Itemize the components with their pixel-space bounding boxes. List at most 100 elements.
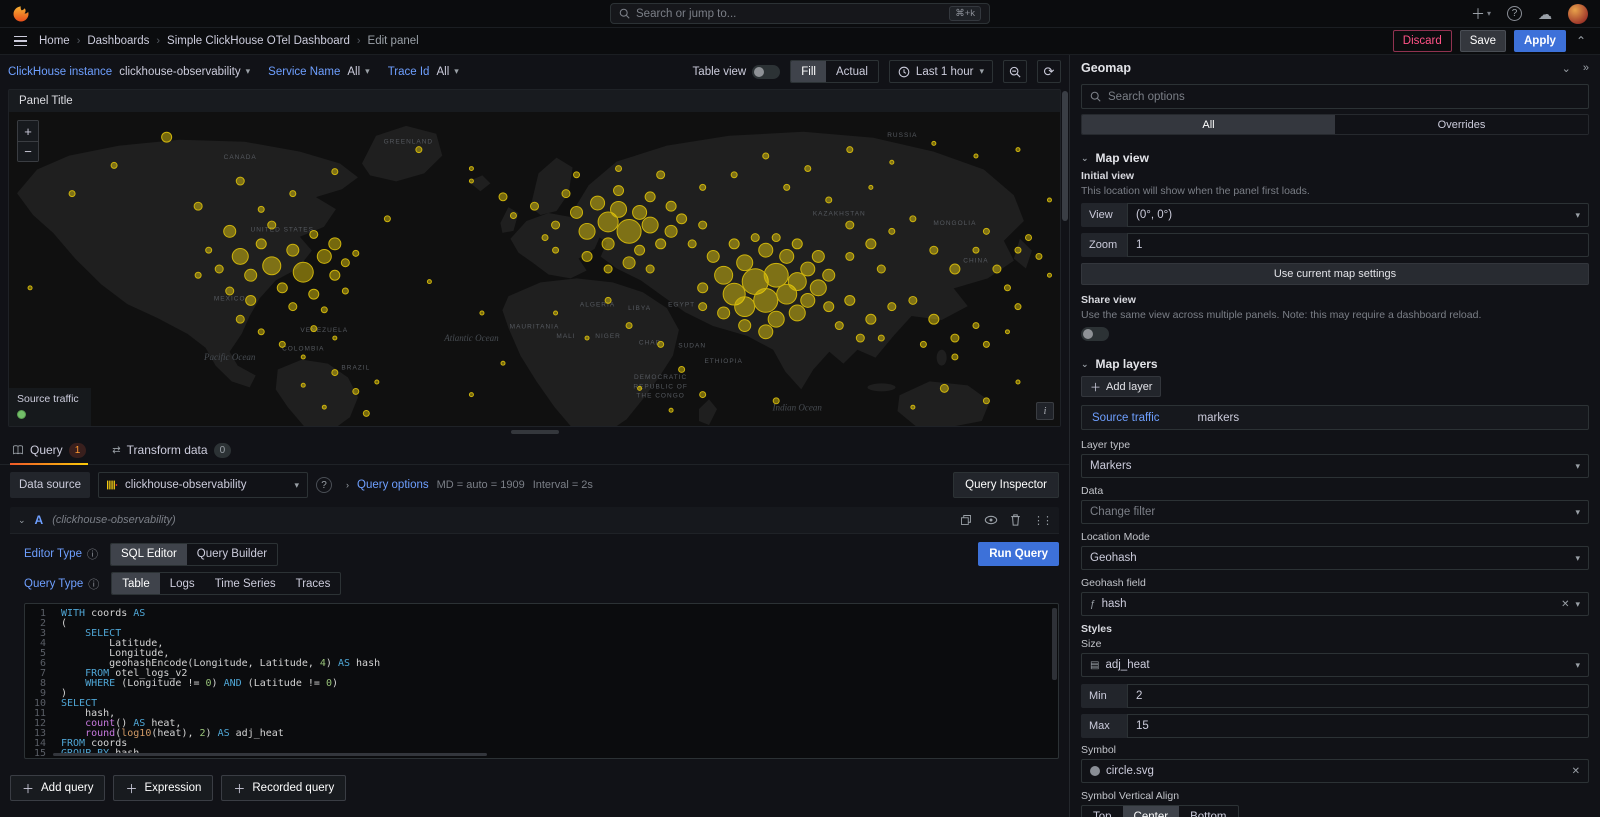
- map-marker[interactable]: [846, 221, 854, 229]
- map-marker[interactable]: [731, 172, 737, 178]
- map-marker[interactable]: [801, 293, 815, 307]
- map-marker[interactable]: [162, 132, 172, 142]
- map-marker[interactable]: [920, 341, 926, 347]
- variable-value-dropdown[interactable]: clickhouse-observability▾: [119, 66, 250, 78]
- v-align-bottom[interactable]: Bottom: [1179, 806, 1237, 817]
- map-marker[interactable]: [810, 280, 826, 296]
- add-recorded-query-button[interactable]: ＋ Recorded query: [221, 775, 346, 801]
- map-marker[interactable]: [788, 273, 806, 291]
- v-align-center[interactable]: Center: [1123, 806, 1180, 817]
- map-marker[interactable]: [707, 250, 719, 262]
- map-marker[interactable]: [930, 246, 938, 254]
- map-marker[interactable]: [1036, 253, 1042, 259]
- map-marker[interactable]: [277, 283, 287, 293]
- map-marker[interactable]: [236, 315, 244, 323]
- map-marker[interactable]: [206, 247, 212, 253]
- map-marker[interactable]: [735, 297, 755, 317]
- map-marker[interactable]: [784, 184, 790, 190]
- options-tab-all[interactable]: All: [1082, 115, 1335, 134]
- map-marker[interactable]: [877, 265, 885, 273]
- chevron-up-icon[interactable]: ⌃: [1574, 34, 1588, 48]
- map-marker[interactable]: [700, 184, 706, 190]
- datasource-picker[interactable]: clickhouse-observability ▾: [98, 472, 308, 498]
- breadcrumb-item[interactable]: Home: [39, 35, 70, 47]
- options-search-input[interactable]: Search options: [1081, 84, 1589, 109]
- size-mode-actual[interactable]: Actual: [826, 61, 878, 82]
- map-marker[interactable]: [530, 202, 538, 210]
- map-marker[interactable]: [940, 384, 948, 392]
- map-marker[interactable]: [633, 206, 647, 220]
- chevron-down-icon[interactable]: ⌄: [18, 515, 26, 526]
- map-marker[interactable]: [929, 314, 939, 324]
- map-marker[interactable]: [553, 247, 559, 253]
- apply-button[interactable]: Apply: [1514, 30, 1566, 52]
- map-marker[interactable]: [983, 228, 989, 234]
- size-field-select[interactable]: ▤ adj_heat ▾: [1081, 653, 1589, 677]
- map-marker[interactable]: [623, 257, 635, 269]
- map-marker[interactable]: [554, 311, 558, 315]
- map-marker[interactable]: [826, 197, 832, 203]
- map-marker[interactable]: [258, 206, 264, 212]
- map-marker[interactable]: [759, 325, 773, 339]
- run-query-button[interactable]: Run Query: [978, 542, 1059, 566]
- map-marker[interactable]: [993, 265, 1001, 273]
- map-marker[interactable]: [666, 201, 676, 211]
- map-marker[interactable]: [792, 239, 802, 249]
- map-marker[interactable]: [617, 219, 641, 243]
- map-marker[interactable]: [224, 225, 236, 237]
- map-marker[interactable]: [226, 287, 234, 295]
- map-marker[interactable]: [646, 265, 654, 273]
- map-marker[interactable]: [983, 398, 989, 404]
- grafana-cloud-icon[interactable]: ☁: [1538, 7, 1552, 21]
- map-marker[interactable]: [256, 239, 266, 249]
- map-marker[interactable]: [469, 167, 473, 171]
- map-marker[interactable]: [665, 225, 677, 237]
- map-marker[interactable]: [910, 216, 916, 222]
- map-marker[interactable]: [1015, 304, 1021, 310]
- map-marker[interactable]: [342, 288, 348, 294]
- map-marker[interactable]: [236, 177, 244, 185]
- map-marker[interactable]: [268, 221, 276, 229]
- map-marker[interactable]: [501, 361, 505, 365]
- variable-value-dropdown[interactable]: All▾: [347, 66, 369, 78]
- map-marker[interactable]: [638, 386, 642, 390]
- map-marker[interactable]: [245, 269, 257, 281]
- map-marker[interactable]: [737, 255, 753, 271]
- map-marker[interactable]: [890, 160, 894, 164]
- map-marker[interactable]: [1005, 330, 1009, 334]
- editor-type-sql[interactable]: SQL Editor: [111, 544, 187, 565]
- map-marker[interactable]: [751, 234, 759, 242]
- map-marker[interactable]: [309, 289, 319, 299]
- map-marker[interactable]: [715, 266, 733, 284]
- max-input[interactable]: 15: [1127, 714, 1589, 738]
- map-marker[interactable]: [983, 341, 989, 347]
- map-marker[interactable]: [469, 179, 473, 183]
- map-marker[interactable]: [688, 240, 696, 248]
- map-marker[interactable]: [1004, 285, 1010, 291]
- section-map-view[interactable]: ⌄ Map view: [1070, 143, 1600, 170]
- map-marker[interactable]: [679, 366, 685, 372]
- map-marker[interactable]: [973, 323, 979, 329]
- map-marker[interactable]: [317, 249, 331, 263]
- map-marker[interactable]: [614, 186, 624, 196]
- table-view-toggle[interactable]: [752, 65, 780, 79]
- variable-value-dropdown[interactable]: All▾: [436, 66, 458, 78]
- query-type-timeseries[interactable]: Time Series: [205, 573, 286, 594]
- map-marker[interactable]: [353, 388, 359, 394]
- grafana-logo-icon[interactable]: [12, 5, 30, 23]
- data-select[interactable]: Change filter ▾: [1081, 500, 1589, 524]
- map-marker[interactable]: [602, 238, 614, 250]
- map-marker[interactable]: [824, 302, 834, 312]
- editor-type-builder[interactable]: Query Builder: [187, 544, 277, 565]
- map-marker[interactable]: [604, 265, 612, 273]
- global-search-input[interactable]: Search or jump to... ⌘+k: [610, 3, 990, 24]
- collapse-pane-icon[interactable]: »: [1583, 62, 1589, 75]
- map-marker[interactable]: [469, 393, 473, 397]
- map-marker[interactable]: [1026, 235, 1032, 241]
- time-range-picker[interactable]: Last 1 hour ▾: [889, 60, 993, 83]
- use-current-map-settings-button[interactable]: Use current map settings: [1081, 263, 1589, 285]
- map-marker[interactable]: [246, 295, 256, 305]
- chevron-down-icon[interactable]: ⌄: [1562, 62, 1571, 75]
- sql-editor[interactable]: 123456789101112131415 WITH coords AS( SE…: [24, 603, 1059, 759]
- map-marker[interactable]: [812, 250, 824, 262]
